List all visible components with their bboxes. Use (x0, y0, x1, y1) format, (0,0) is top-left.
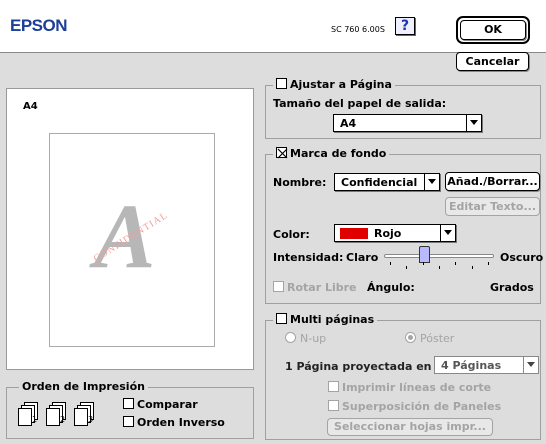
slider-thumb[interactable] (419, 246, 430, 263)
watermark-title: Marca de fondo (290, 147, 387, 160)
header-bar: EPSON SC 760 6.00S ? OK Cancelar (0, 0, 546, 71)
pages-projected-label: 1 Página proyectada en (285, 360, 432, 373)
poster-option[interactable]: Póster (405, 332, 454, 345)
reverse-order-checkbox[interactable] (123, 416, 134, 427)
check-icon (277, 148, 288, 159)
reverse-order-label: Orden Inverso (137, 416, 225, 429)
overlap-label: Superposición de Paneles (342, 400, 502, 413)
paper-size-label: A4 (23, 101, 38, 112)
print-preview: A4 A CONFIDENTIAL (6, 88, 254, 370)
color-value: Rojo (374, 227, 402, 240)
ok-button-default-ring: OK (456, 16, 530, 44)
chevron-down-icon (424, 174, 439, 190)
watermark-name-select[interactable]: Confidencial (334, 173, 440, 191)
preview-page: A CONFIDENTIAL (49, 133, 215, 347)
help-button[interactable]: ? (395, 17, 415, 35)
multipage-checkbox[interactable] (276, 313, 287, 324)
color-select[interactable]: Rojo (334, 224, 456, 242)
watermark-name-value: Confidencial (341, 176, 418, 189)
slider-tick (423, 262, 424, 265)
multipage-option[interactable]: Multi páginas (273, 313, 378, 326)
cut-lines-label: Imprimir líneas de corte (342, 381, 492, 394)
page-order-icons: 1 2 3 (18, 400, 108, 430)
rotate-free-checkbox[interactable] (273, 281, 284, 292)
overlap-checkbox[interactable] (328, 400, 339, 411)
angle-label: Ángulo: (367, 281, 415, 294)
slider-track (384, 254, 494, 258)
pages-value: 4 Páginas (441, 359, 502, 372)
page-icon-1: 1 (32, 415, 37, 424)
output-size-value: A4 (340, 117, 357, 130)
brand-logo: EPSON (10, 16, 68, 35)
collate-option[interactable]: Comparar (123, 398, 198, 411)
chevron-down-icon (523, 357, 538, 373)
slider-tick (406, 266, 407, 269)
intensity-dark-label: Oscuro (500, 251, 544, 264)
intensity-light-label: Claro (346, 251, 379, 264)
driver-version: SC 760 6.00S (331, 25, 385, 34)
color-swatch (340, 228, 368, 239)
overlap-option[interactable]: Superposición de Paneles (328, 400, 501, 413)
watermark-checkbox[interactable] (276, 147, 288, 159)
ok-button[interactable]: OK (460, 20, 526, 40)
output-size-select[interactable]: A4 (333, 114, 482, 132)
slider-tick (439, 266, 440, 269)
slider-tick (472, 266, 473, 269)
cut-lines-checkbox[interactable] (328, 381, 339, 392)
chevron-down-icon (440, 225, 455, 241)
degrees-label: Grados (490, 281, 534, 294)
nup-label: N-up (300, 332, 327, 345)
page-icon-2: 2 (60, 415, 65, 424)
slider-tick (488, 262, 489, 265)
cancel-button[interactable]: Cancelar (456, 52, 529, 71)
nup-radio[interactable] (285, 332, 296, 343)
fit-to-page-option[interactable]: Ajustar a Página (273, 78, 395, 91)
collate-label: Comparar (137, 398, 198, 411)
watermark-name-label: Nombre: (273, 176, 327, 189)
edit-text-button[interactable]: Editar Texto... (445, 197, 540, 216)
collate-checkbox[interactable] (123, 398, 134, 409)
rotate-free-label: Rotar Libre (287, 281, 357, 294)
rotate-free-option[interactable]: Rotar Libre (273, 281, 357, 294)
add-remove-button[interactable]: Añad./Borrar... (445, 172, 540, 191)
multipage-title: Multi páginas (290, 313, 375, 326)
slider-tick (390, 262, 391, 265)
output-size-label: Tamaño del papel de salida: (273, 97, 447, 110)
chevron-down-icon (466, 115, 481, 131)
cut-lines-option[interactable]: Imprimir líneas de corte (328, 381, 491, 394)
select-sheets-button[interactable]: Seleccionar hojas impr... (327, 418, 493, 436)
fit-to-page-checkbox[interactable] (276, 78, 287, 89)
slider-tick (455, 262, 456, 265)
watermark-option[interactable]: Marca de fondo (273, 147, 390, 160)
nup-option[interactable]: N-up (285, 332, 326, 345)
color-label: Color: (273, 228, 310, 241)
poster-label: Póster (420, 332, 455, 345)
page-icon-3: 3 (88, 415, 93, 424)
intensity-slider[interactable] (384, 246, 494, 272)
pages-select[interactable]: 4 Páginas (434, 356, 539, 374)
reverse-order-option[interactable]: Orden Inverso (123, 416, 225, 429)
print-order-title: Orden de Impresión (19, 380, 148, 393)
poster-radio[interactable] (405, 332, 416, 343)
fit-to-page-title: Ajustar a Página (290, 78, 392, 91)
watermark-preview: A CONFIDENTIAL (89, 185, 170, 287)
intensity-label: Intensidad: (273, 251, 344, 264)
